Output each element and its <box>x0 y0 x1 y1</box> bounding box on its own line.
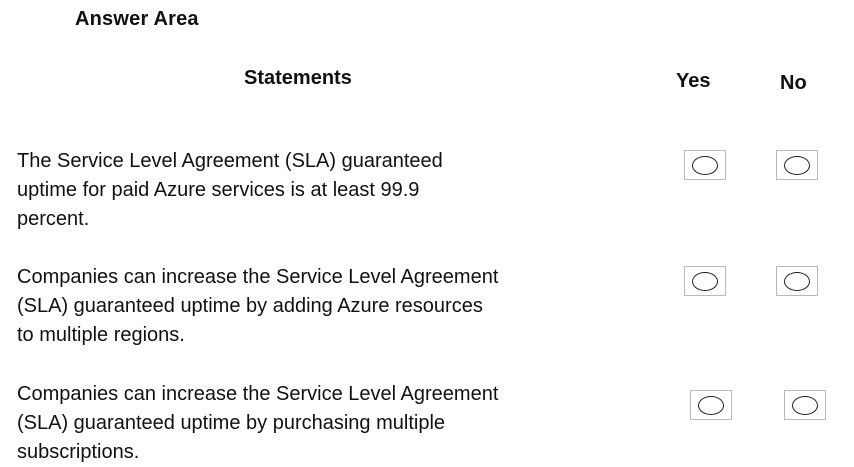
statement-2-yes-option[interactable] <box>684 266 726 296</box>
statement-1-no-option[interactable] <box>776 150 818 180</box>
statement-1-line-1: The Service Level Agreement (SLA) guaran… <box>17 150 443 172</box>
statement-1-yes-radio-icon[interactable] <box>692 155 718 175</box>
statement-2-line-2: (SLA) guaranteed uptime by adding Azure … <box>17 295 483 317</box>
no-header: No <box>780 72 807 94</box>
answer-area-title: Answer Area <box>75 8 199 30</box>
statement-1-yes-option[interactable] <box>684 150 726 180</box>
statement-3-yes-option[interactable] <box>690 390 732 420</box>
statement-3-line-2: (SLA) guaranteed uptime by purchasing mu… <box>17 412 446 434</box>
statement-1-line-3: percent. <box>17 208 90 230</box>
statement-1-no-radio-icon[interactable] <box>784 155 810 175</box>
statement-1-line-2: uptime for paid Azure services is at lea… <box>17 179 420 201</box>
statement-3-line-1: Companies can increase the Service Level… <box>17 383 499 405</box>
statement-2-line-1: Companies can increase the Service Level… <box>17 266 499 288</box>
statement-3-line-3: subscriptions. <box>17 441 140 463</box>
statement-2-line-3: to multiple regions. <box>17 324 185 346</box>
statement-2-yes-radio-icon[interactable] <box>692 271 718 291</box>
yes-header: Yes <box>676 70 711 92</box>
statement-3-no-radio-icon[interactable] <box>792 395 818 415</box>
statement-3-no-option[interactable] <box>784 390 826 420</box>
statement-2-no-option[interactable] <box>776 266 818 296</box>
statements-header: Statements <box>244 67 352 89</box>
statement-1-text: The Service Level Agreement (SLA) guaran… <box>17 147 617 234</box>
statement-3-text: Companies can increase the Service Level… <box>17 380 617 467</box>
statement-3-yes-radio-icon[interactable] <box>698 395 724 415</box>
statement-2-text: Companies can increase the Service Level… <box>17 263 617 350</box>
statement-2-no-radio-icon[interactable] <box>784 271 810 291</box>
